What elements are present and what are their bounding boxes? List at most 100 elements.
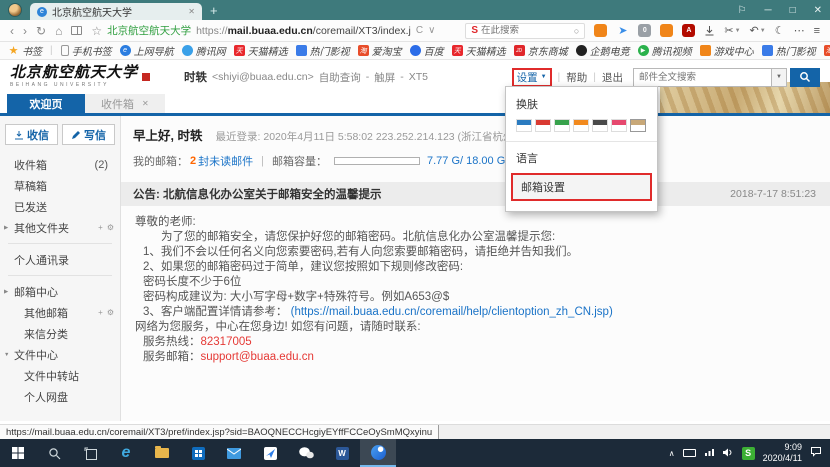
bookmark-item[interactable]: 热门影视 [296, 43, 350, 58]
action-center-icon[interactable] [810, 446, 822, 460]
sidebar-item-mail-sort[interactable]: 来信分类 [0, 323, 120, 344]
network-icon[interactable] [704, 446, 715, 460]
adobe-extension-icon[interactable]: A [682, 24, 695, 37]
sidebar-item-drafts[interactable]: 草稿箱 [0, 175, 120, 196]
sidebar-item-inbox[interactable]: 收件箱(2) [0, 154, 120, 175]
bookmark-item[interactable]: 百度 [410, 43, 444, 58]
back-icon[interactable]: ‹ [10, 25, 14, 37]
taskbar-thunder-icon[interactable] [252, 439, 288, 467]
xt5-link[interactable]: XT5 [409, 71, 428, 83]
compose-mail-button[interactable]: 写信 [62, 124, 115, 145]
touch-link[interactable]: 触屏 [374, 70, 395, 85]
address-bar[interactable]: ☆ 北京航空航天大学 https://mail.buaa.edu.cn/core… [91, 23, 456, 38]
bookmark-item[interactable]: ▶腾讯视频 [638, 43, 692, 58]
skin-swatch[interactable] [630, 119, 646, 132]
logout-link[interactable]: 退出 [602, 70, 623, 85]
menu-icon[interactable]: ≡ [814, 25, 820, 37]
bookmark-item[interactable]: 天天猫精选 [234, 43, 288, 58]
task-view-button[interactable] [72, 439, 108, 467]
sogou-input-icon[interactable]: S [742, 447, 755, 460]
expand-arrow-icon[interactable]: ▶ [4, 289, 8, 295]
bookmark-item[interactable]: 淘爱淘宝 [358, 43, 402, 58]
taskbar-store-icon[interactable] [180, 439, 216, 467]
receive-mail-button[interactable]: 收信 [5, 124, 58, 145]
search-scope-dropdown[interactable]: ▼ [771, 68, 787, 87]
home-icon[interactable]: ⌂ [55, 25, 62, 37]
browser-search-input[interactable] [481, 25, 571, 36]
forward-icon[interactable]: › [23, 25, 27, 37]
tab-inbox[interactable]: 收件箱 ✕ [85, 94, 165, 113]
add-folder-icon[interactable]: + [98, 223, 103, 232]
settings-menu-button[interactable]: 设置 ▼ [512, 68, 552, 87]
undo-icon[interactable]: ↶▼ [750, 24, 766, 37]
unread-link[interactable]: 封未读邮件 [198, 153, 253, 169]
taskbar-qqbrowser-icon[interactable] [360, 439, 396, 467]
permission-extension-icon[interactable]: 0 [638, 24, 651, 37]
minimize-button[interactable]: ─ [764, 5, 771, 16]
favorite-star-icon[interactable]: ☆ [91, 25, 102, 37]
client-config-link[interactable]: (https://mail.buaa.edu.cn/coremail/help/… [291, 306, 613, 318]
sidebar-item-file-transfer[interactable]: 文件中转站 [0, 365, 120, 386]
plane-extension-icon[interactable]: ➤ [616, 24, 629, 37]
game-extension-icon[interactable] [594, 24, 607, 37]
bookmark-item[interactable]: 企鹅电竞 [576, 43, 630, 58]
mail-search-input[interactable] [633, 68, 771, 87]
download-icon[interactable] [704, 25, 715, 36]
taskbar-wechat-icon[interactable] [288, 439, 324, 467]
close-tab-icon[interactable]: ✕ [142, 99, 149, 108]
sidebar-item-contacts[interactable]: 个人通讯录 [0, 249, 120, 270]
close-window-button[interactable]: ✕ [814, 5, 822, 16]
bookmark-item[interactable]: JD京东商城 [514, 43, 568, 58]
sidebar-item-mail-center[interactable]: ▶邮箱中心 [0, 281, 120, 302]
expand-arrow-icon[interactable]: ▶ [4, 225, 8, 231]
bookmark-item[interactable]: 热门影视 [762, 43, 816, 58]
feedback-icon[interactable]: ⚐ [738, 5, 747, 16]
sidebar-item-other-folders[interactable]: ▶其他文件夹+⚙ [0, 217, 120, 238]
bookmark-item[interactable]: 淘爱淘宝 [824, 43, 830, 58]
self-service-link[interactable]: 自助查询 [319, 70, 361, 85]
sidebar-item-file-center[interactable]: ▼文件中心 [0, 344, 120, 365]
new-tab-button[interactable]: + [210, 4, 218, 17]
browser-tab[interactable]: e 北京航空航天大学 ✕ [30, 3, 202, 20]
tray-chevron-up-icon[interactable]: ∧ [669, 449, 675, 458]
more-icon[interactable]: ⋯ [794, 24, 805, 37]
add-mail-icon[interactable]: + [98, 308, 103, 317]
profile-avatar[interactable] [8, 3, 22, 17]
taskbar-explorer-icon[interactable] [144, 439, 180, 467]
skin-swatch[interactable] [535, 119, 551, 132]
sidebar-item-other-mail[interactable]: 其他邮箱+⚙ [0, 302, 120, 323]
bookmark-item[interactable]: 天天猫精选 [452, 43, 506, 58]
taskbar-edge-icon[interactable]: e [108, 439, 144, 467]
sidebar-item-net-disk[interactable]: 个人网盘 [0, 386, 120, 407]
bookmark-item[interactable]: e上网导航 [120, 43, 174, 58]
refresh-icon[interactable]: ↻ [36, 25, 46, 37]
skin-swatch[interactable] [554, 119, 570, 132]
taskbar-mail-icon[interactable] [216, 439, 252, 467]
bookmark-item[interactable]: 手机书签 [61, 43, 112, 58]
folder-settings-icon[interactable]: ⚙ [107, 223, 114, 232]
night-mode-icon[interactable]: ☾ [775, 24, 785, 37]
volume-icon[interactable] [723, 446, 734, 460]
shopping-extension-icon[interactable] [660, 24, 673, 37]
url-dropdown-icon[interactable]: ∨ [428, 25, 435, 36]
skin-swatch[interactable] [516, 119, 532, 132]
touch-keyboard-icon[interactable] [683, 449, 696, 457]
skin-swatch[interactable] [592, 119, 608, 132]
bookmark-item[interactable]: 游戏中心 [700, 43, 754, 58]
taskbar-search-button[interactable] [36, 439, 72, 467]
mail-search-button[interactable] [790, 68, 820, 87]
reading-mode-icon[interactable] [71, 26, 82, 35]
mailbox-settings-menu-item[interactable]: 邮箱设置 [511, 173, 652, 201]
bookmark-item[interactable]: ★书签 [8, 43, 42, 58]
skin-swatch[interactable] [611, 119, 627, 132]
mail-settings-icon[interactable]: ⚙ [107, 308, 114, 317]
skin-swatch[interactable] [573, 119, 589, 132]
start-button[interactable] [0, 439, 36, 467]
search-icon[interactable]: ○ [574, 26, 579, 36]
speed-mode-icon[interactable]: C [416, 25, 423, 36]
taskbar-clock[interactable]: 9:09 2020/4/11 [763, 442, 802, 464]
language-menu-item[interactable]: 语言 [516, 150, 647, 166]
sidebar-item-sent[interactable]: 已发送 [0, 196, 120, 217]
browser-search-box[interactable]: S ○ [465, 23, 585, 39]
maximize-button[interactable]: □ [790, 5, 796, 16]
